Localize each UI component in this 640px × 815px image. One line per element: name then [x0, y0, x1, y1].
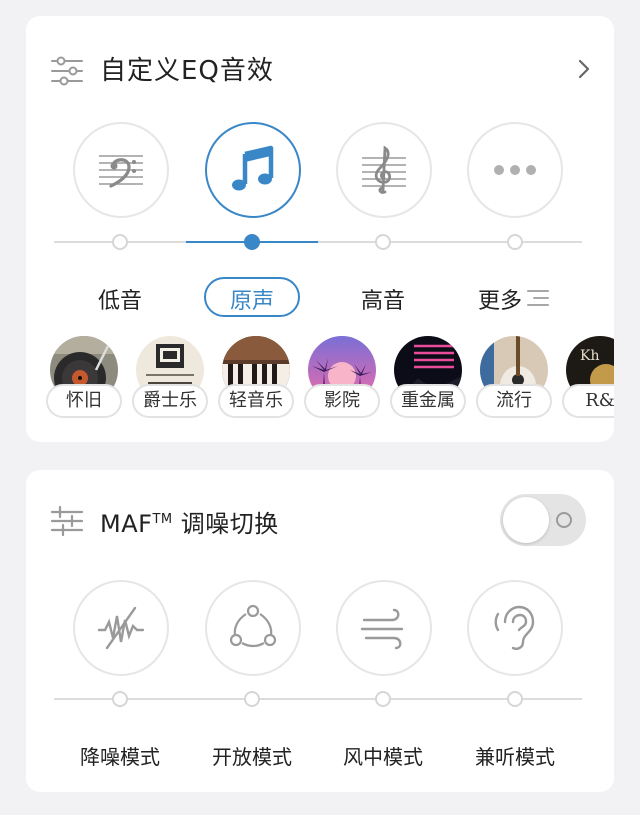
eq-mode-dot-treble[interactable]: [375, 234, 391, 250]
ear-icon: [494, 605, 535, 650]
maf-title: MAFTM 调噪切换: [100, 504, 279, 539]
maf-title-rest: 调噪切换: [172, 510, 279, 538]
preset-jazz[interactable]: 爵士乐: [132, 336, 208, 420]
list-filter-icon: [527, 290, 549, 306]
treble-clef-icon: [362, 145, 406, 194]
maf-mode-hear-through[interactable]: [467, 580, 563, 676]
maf-dot-noise-cancel[interactable]: [112, 691, 128, 707]
bass-clef-icon: [99, 155, 143, 188]
eq-mode-bass[interactable]: [73, 122, 169, 218]
preset-label-jazz: 爵士乐: [132, 384, 208, 418]
music-note-icon: [232, 145, 274, 191]
maf-toggle[interactable]: [500, 494, 586, 546]
sliders-vertical-icon: [50, 505, 84, 537]
eq-mode-more-group[interactable]: 更多: [478, 283, 558, 314]
preset-label-rnb: R&: [562, 384, 614, 418]
maf-mode-open[interactable]: [205, 580, 301, 676]
toggle-off-indicator-icon: [556, 512, 572, 528]
preset-cinema[interactable]: 影院: [304, 336, 380, 420]
eq-header[interactable]: 自定义EQ音效: [26, 16, 614, 120]
noise-cancel-icon: [97, 606, 145, 650]
eq-mode-label-bass[interactable]: 低音: [60, 283, 180, 315]
toggle-knob: [503, 497, 549, 543]
maf-label-open[interactable]: 开放模式: [192, 741, 312, 770]
preset-pop[interactable]: 流行: [476, 336, 552, 420]
maf-dot-open[interactable]: [244, 691, 260, 707]
more-dots-icon: [494, 165, 536, 175]
maf-mode-noise-cancel[interactable]: [73, 580, 169, 676]
maf-mode-wind[interactable]: [336, 580, 432, 676]
preset-label-light-music: 轻音乐: [218, 384, 294, 418]
maf-label-noise-cancel[interactable]: 降噪模式: [60, 741, 180, 770]
maf-mode-track: [54, 698, 582, 700]
eq-mode-dot-original[interactable]: [244, 234, 260, 250]
maf-title-tm: TM: [152, 512, 173, 527]
eq-mode-label-original[interactable]: 原声: [192, 283, 312, 315]
sliders-icon: [51, 56, 83, 86]
maf-label-hear-through[interactable]: 兼听模式: [455, 741, 575, 770]
maf-label-wind[interactable]: 风中模式: [323, 741, 443, 770]
preset-nostalgia[interactable]: 怀旧: [46, 336, 122, 420]
preset-label-cinema: 影院: [304, 384, 380, 418]
maf-dot-hear-through[interactable]: [507, 691, 523, 707]
eq-mode-label-treble[interactable]: 高音: [323, 283, 443, 315]
preset-heavy-metal[interactable]: 重金属: [390, 336, 466, 420]
preset-rnb[interactable]: Kh R&: [562, 336, 614, 420]
eq-mode-label-more: 更多: [478, 289, 523, 314]
maf-card: MAFTM 调噪切换 降噪模式 开放模式 风中模式 兼听模式: [26, 470, 614, 792]
maf-title-main: MAF: [100, 510, 153, 538]
preset-label-pop: 流行: [476, 384, 552, 418]
eq-card: 自定义EQ音效 低音 原声 高音 更多 怀旧 爵士乐 轻音乐 影院 重金属 流行…: [26, 16, 614, 442]
preset-light-music[interactable]: 轻音乐: [218, 336, 294, 420]
wind-icon: [360, 608, 404, 650]
eq-mode-more[interactable]: [467, 122, 563, 218]
chevron-right-icon[interactable]: [574, 58, 594, 80]
eq-mode-dot-bass[interactable]: [112, 234, 128, 250]
eq-title: 自定义EQ音效: [100, 56, 274, 86]
eq-mode-original[interactable]: [205, 122, 301, 218]
preset-label-nostalgia: 怀旧: [46, 384, 122, 418]
eq-mode-dot-more[interactable]: [507, 234, 523, 250]
preset-label-heavy-metal: 重金属: [390, 384, 466, 418]
maf-dot-wind[interactable]: [375, 691, 391, 707]
share-nodes-icon: [229, 604, 277, 648]
svg-text:Kh: Kh: [580, 348, 599, 364]
eq-mode-track: [54, 241, 582, 243]
eq-mode-treble[interactable]: [336, 122, 432, 218]
